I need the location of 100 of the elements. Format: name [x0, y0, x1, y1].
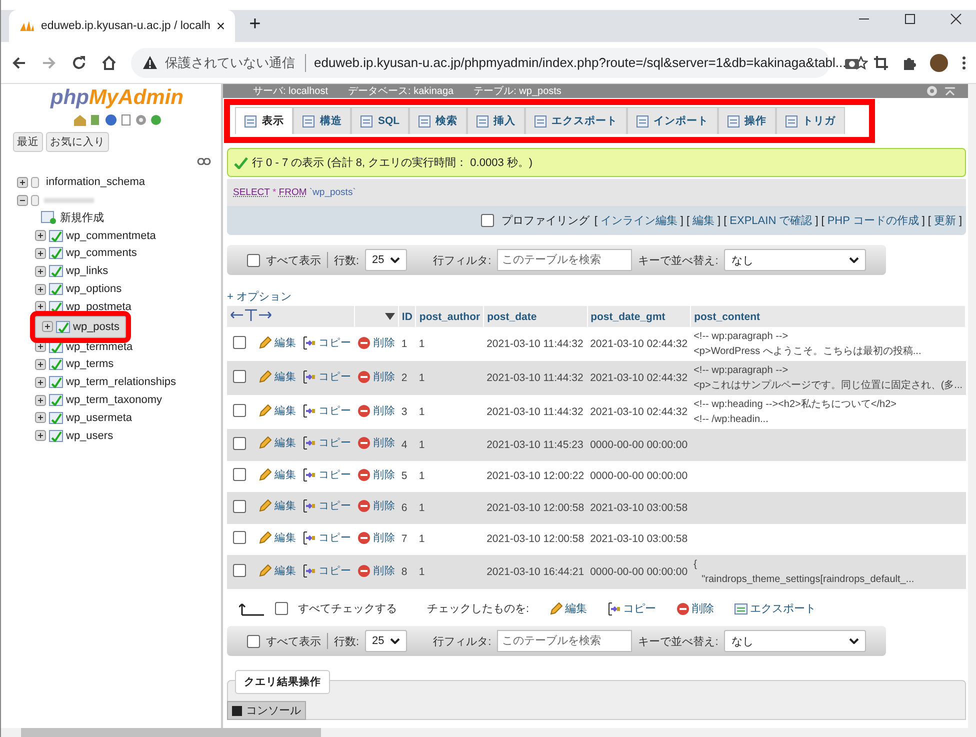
rows-select[interactable]: 25	[365, 249, 408, 271]
breadcrumb-link[interactable]: データベース: kakinaga	[348, 84, 454, 98]
row-checkbox[interactable]	[233, 336, 246, 349]
tree-item[interactable]: wp_terms	[35, 356, 118, 374]
maximize-icon[interactable]	[904, 13, 916, 25]
tree-item[interactable]: wp_commentmeta	[35, 226, 160, 245]
edit-link[interactable]: 編集	[258, 468, 296, 482]
delete-link[interactable]: 削除	[357, 404, 396, 418]
help-icon[interactable]	[104, 114, 116, 126]
filter-field[interactable]: このテーブルを検索	[497, 630, 632, 652]
export-link[interactable]: エクスポート	[734, 601, 816, 616]
avatar[interactable]	[930, 54, 948, 72]
scrollbar[interactable]	[1, 728, 976, 737]
query-link[interactable]: 更新	[934, 213, 956, 228]
tree-item[interactable]: wp_users	[35, 426, 118, 445]
breadcrumb-link[interactable]: テーブル: wp_posts	[474, 84, 562, 98]
collapse-icon[interactable]	[944, 85, 956, 97]
sort-arrow-icon[interactable]	[384, 312, 395, 320]
tab[interactable]: トリガ	[776, 107, 845, 134]
tab[interactable]: 構造	[293, 107, 351, 134]
copy-link[interactable]: コピー	[302, 404, 352, 418]
back-arrow-icon[interactable]	[11, 54, 27, 70]
expander-icon[interactable]	[17, 194, 28, 206]
tab[interactable]: 検索	[408, 107, 467, 134]
edit-link[interactable]: 編集	[258, 336, 296, 350]
delete-link[interactable]: 削除	[676, 601, 714, 616]
column-header[interactable]: ID	[398, 306, 416, 327]
star-icon[interactable]	[854, 56, 868, 70]
column-header[interactable]: post_date	[484, 306, 588, 327]
check-all-label[interactable]: すべてチェックする	[298, 601, 397, 616]
row-checkbox[interactable]	[233, 468, 246, 482]
expand-icon[interactable]	[35, 248, 46, 259]
row-checkbox[interactable]	[233, 500, 246, 513]
query-link[interactable]: PHP コードの作成	[827, 213, 919, 228]
row-checkbox[interactable]	[233, 436, 246, 450]
query-link[interactable]: EXPLAIN で確認	[730, 213, 812, 228]
tab[interactable]: インポート	[626, 107, 718, 134]
tree-item[interactable]: wp_term_relationships	[35, 373, 180, 392]
tab[interactable]: 表示	[235, 107, 293, 134]
checkbox[interactable]	[247, 254, 260, 266]
tree-item[interactable]: wp_links	[35, 262, 112, 280]
expand-icon[interactable]	[42, 321, 53, 332]
delete-link[interactable]: 削除	[357, 468, 396, 482]
tree-item[interactable]: wp_termmeta	[35, 338, 137, 356]
row-checkbox[interactable]	[233, 404, 246, 417]
expand-icon[interactable]	[35, 412, 46, 424]
column-header[interactable]: post_date_gmt	[587, 306, 691, 327]
column-resize-icon[interactable]	[230, 309, 272, 321]
copy-link[interactable]: コピー	[302, 468, 352, 482]
settings-icon[interactable]	[926, 85, 938, 97]
scrollbar[interactable]	[968, 84, 976, 729]
edit-link[interactable]: 編集	[549, 601, 588, 616]
tree-item[interactable]: 新規作成	[35, 209, 108, 227]
close-icon[interactable]: ×	[216, 18, 226, 34]
tree-item[interactable]: wp_usermeta	[35, 408, 136, 427]
tab[interactable]: エクスポート	[524, 107, 627, 134]
sidebar-button[interactable]: 最近	[13, 132, 43, 152]
tree-item[interactable]: information_schema	[46, 176, 146, 188]
column-header[interactable]: post_content	[690, 306, 966, 327]
expand-icon[interactable]	[35, 430, 46, 442]
menu-icon[interactable]	[962, 56, 966, 70]
row-checkbox[interactable]	[233, 564, 246, 577]
expand-icon[interactable]	[35, 230, 46, 242]
new-tab-button[interactable]: +	[249, 13, 261, 36]
browser-tab[interactable]: eduweb.ip.kyusan-u.ac.jp / localh ×	[9, 10, 236, 42]
edit-link[interactable]: 編集	[258, 404, 296, 418]
expand-icon[interactable]	[35, 266, 46, 277]
breadcrumb-link[interactable]: サーバ: localhost	[253, 84, 328, 98]
document-icon[interactable]	[120, 114, 132, 126]
checkbox[interactable]	[481, 214, 494, 227]
copy-link[interactable]: コピー	[302, 530, 352, 545]
tab[interactable]: 挿入	[466, 107, 525, 134]
tree-item[interactable]: wp_comments	[35, 244, 141, 262]
column-header[interactable]: post_author	[416, 306, 484, 327]
sidebar-button[interactable]: お気に入り	[46, 132, 109, 152]
expand-icon[interactable]	[35, 376, 46, 388]
tab[interactable]: SQL	[351, 107, 409, 134]
copy-link[interactable]: コピー	[302, 336, 352, 350]
expand-icon[interactable]	[35, 284, 46, 295]
expand-icon[interactable]	[35, 394, 46, 406]
checkbox[interactable]	[275, 602, 288, 615]
delete-link[interactable]: 削除	[357, 530, 396, 545]
sort-select[interactable]: なし	[724, 249, 866, 271]
expand-icon[interactable]	[35, 358, 46, 370]
reload-icon[interactable]	[71, 54, 87, 70]
link-icon[interactable]	[197, 158, 211, 165]
copy-link[interactable]: コピー	[607, 601, 656, 616]
query-link[interactable]: 編集	[692, 213, 715, 228]
tree-item[interactable]: wp_term_taxonomy	[35, 391, 166, 409]
row-checkbox[interactable]	[233, 531, 246, 544]
checkbox[interactable]	[247, 634, 260, 648]
crop-icon[interactable]	[874, 56, 888, 70]
filter-field[interactable]: このテーブルを検索	[497, 249, 632, 271]
settings-icon[interactable]	[134, 114, 146, 126]
exit-icon[interactable]	[90, 114, 102, 126]
close-icon[interactable]	[950, 13, 962, 25]
expander-icon[interactable]	[17, 176, 28, 188]
delete-link[interactable]: 削除	[357, 336, 396, 350]
query-link[interactable]: インライン編集	[600, 213, 678, 228]
tree-item[interactable]: wp_options	[35, 280, 126, 298]
